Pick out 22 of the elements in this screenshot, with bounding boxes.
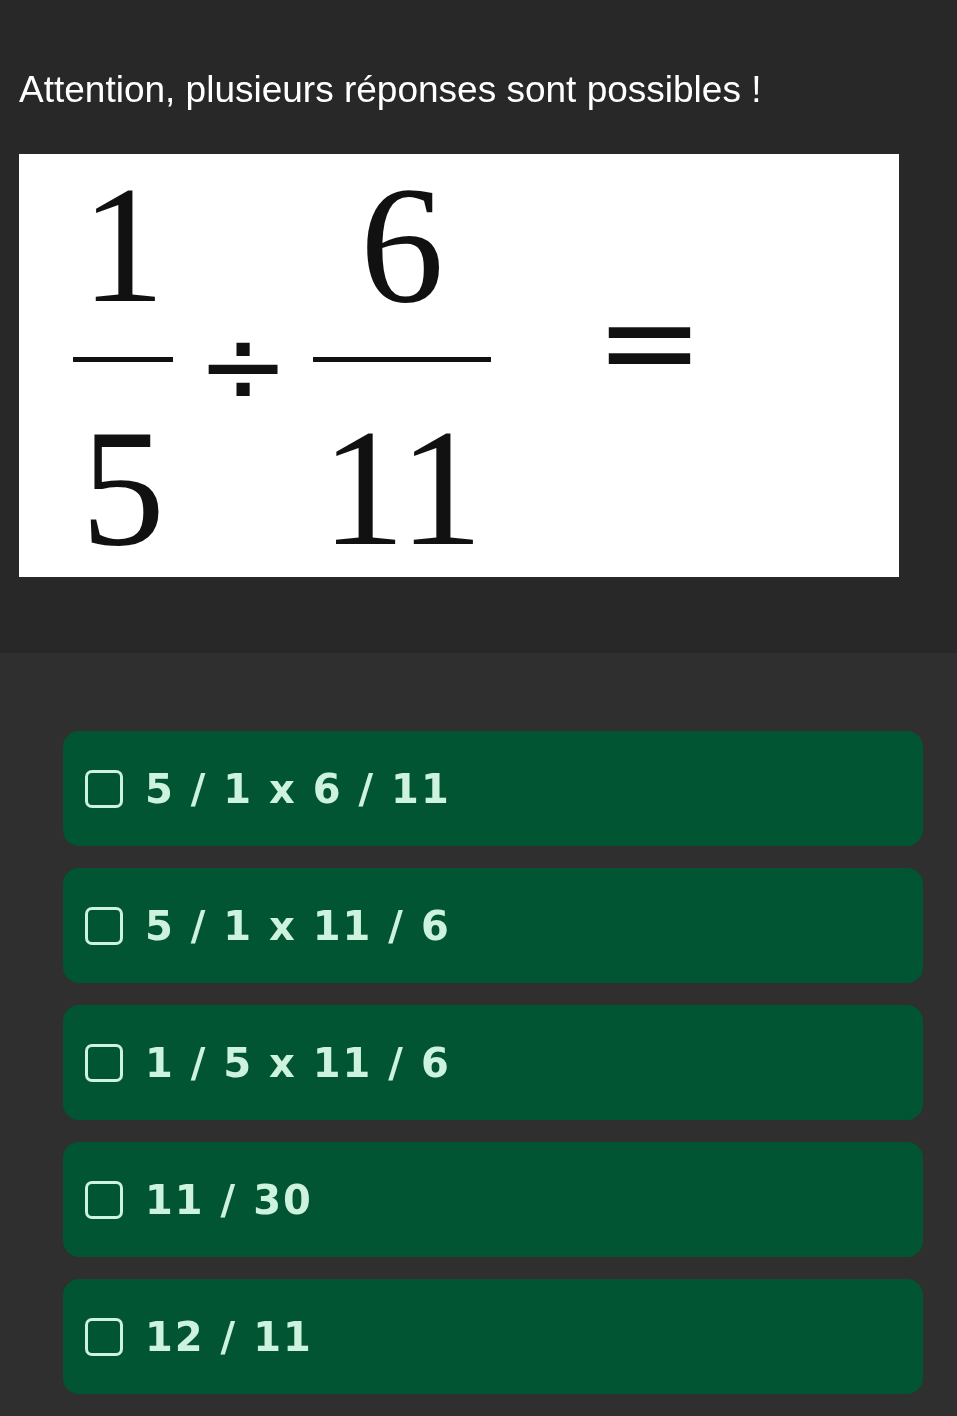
answer-option[interactable]: 5 / 1 x 11 / 6 — [63, 868, 923, 983]
answer-option[interactable]: 12 / 11 — [63, 1279, 923, 1394]
operator-symbol: ÷ — [197, 310, 290, 421]
numerator: 6 — [360, 169, 445, 319]
answer-label: 5 / 1 x 6 / 11 — [145, 765, 451, 812]
checkbox[interactable] — [85, 906, 123, 945]
answer-option[interactable]: 5 / 1 x 6 / 11 — [63, 731, 923, 846]
answer-option[interactable]: 11 / 30 — [63, 1142, 923, 1257]
denominator: 11 — [321, 412, 483, 562]
operator-symbol: = — [594, 275, 704, 406]
checkbox[interactable] — [85, 769, 123, 808]
checkbox[interactable] — [85, 1043, 123, 1082]
numerator: 1 — [81, 169, 165, 319]
answer-label: 12 / 11 — [145, 1313, 313, 1360]
denominator: 5 — [81, 412, 165, 562]
checkbox[interactable] — [85, 1180, 123, 1219]
checkbox[interactable] — [85, 1317, 123, 1356]
answer-option[interactable]: 1 / 5 x 11 / 6 — [63, 1005, 923, 1120]
answer-label: 11 / 30 — [145, 1176, 313, 1223]
answer-label: 5 / 1 x 11 / 6 — [145, 902, 451, 949]
answer-label: 1 / 5 x 11 / 6 — [145, 1039, 451, 1086]
instruction-text: Attention, plusieurs réponses sont possibles ! — [19, 68, 763, 112]
